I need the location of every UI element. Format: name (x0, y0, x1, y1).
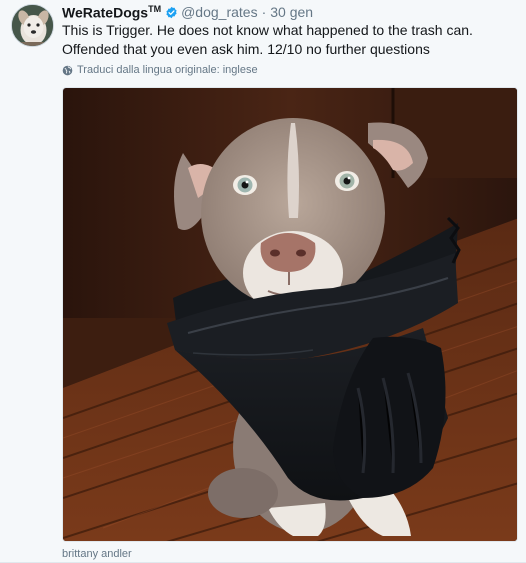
dog-photo-image (63, 88, 517, 541)
timestamp[interactable]: 30 gen (270, 4, 313, 20)
translate-label: Traduci dalla lingua originale: inglese (77, 64, 258, 76)
globe-icon (62, 65, 73, 75)
display-name[interactable]: WeRateDogsTM (62, 4, 161, 21)
handle[interactable]: @dog_rates (181, 4, 257, 20)
avatar-image (12, 5, 53, 46)
tweet-header: WeRateDogsTM @dog_rates · 30 gen (62, 3, 313, 21)
tweet: WeRateDogsTM @dog_rates · 30 gen This is… (0, 0, 526, 563)
tweet-text: This is Trigger. He does not know what h… (62, 22, 473, 57)
photo-credit[interactable]: brittany andler (62, 548, 132, 560)
trademark-mark: TM (148, 3, 162, 14)
avatar[interactable] (11, 4, 54, 47)
translate-link[interactable]: Traduci dalla lingua originale: inglese (62, 64, 258, 76)
verified-badge-icon (166, 6, 177, 18)
tweet-photo[interactable] (62, 87, 518, 542)
separator-dot: · (261, 4, 267, 20)
